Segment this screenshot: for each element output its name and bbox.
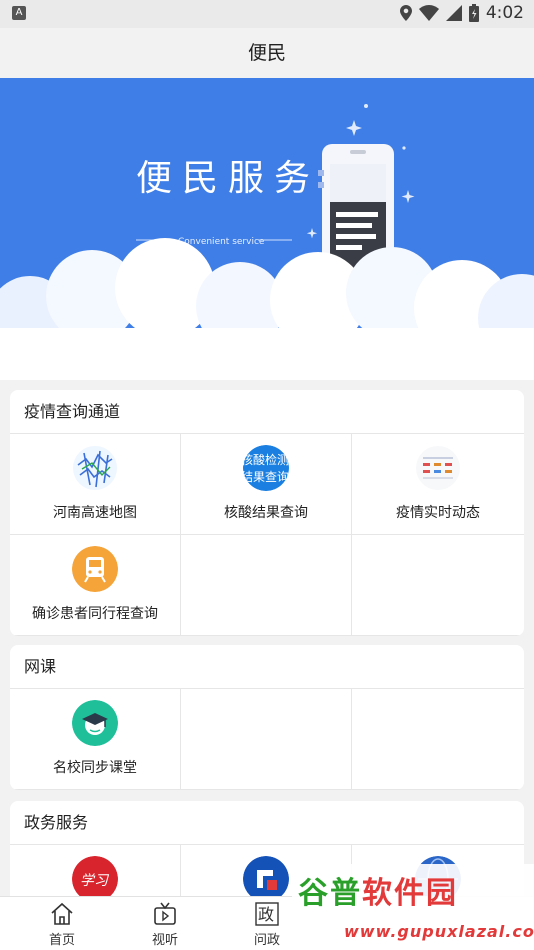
svg-text:核酸检测: 核酸检测 — [243, 452, 289, 467]
tab-label: 视听 — [151, 933, 178, 948]
clock: 4:02 — [485, 3, 524, 23]
section-online-class: 网课 名校同步课堂 — [10, 645, 524, 790]
grid-empty-cell — [181, 689, 352, 790]
section-title: 网课 — [10, 645, 524, 689]
svg-text:结果查询: 结果查询 — [243, 470, 289, 484]
page-header: 便民 — [0, 28, 534, 78]
highway-map-icon — [73, 446, 117, 490]
blue-logo-icon — [243, 856, 289, 896]
location-icon — [399, 5, 412, 21]
home-icon — [51, 902, 73, 925]
grid-item-label: 名校同步课堂 — [53, 760, 137, 776]
tv-icon — [154, 902, 176, 925]
grid-empty-cell — [181, 535, 352, 636]
status-bar: A 4:02 — [0, 0, 534, 28]
train-icon — [72, 546, 118, 592]
red-logo-icon: 学习 — [72, 856, 118, 896]
graduation-cap-icon — [72, 700, 118, 746]
watermark-logo-text: 谷普软件园 — [298, 876, 458, 911]
epidemic-dashboard-icon — [416, 446, 460, 490]
tab-home[interactable]: 首页 — [17, 901, 107, 948]
wifi-icon — [418, 5, 439, 21]
grid-item-highway-map[interactable]: 河南高速地图 — [10, 434, 181, 535]
tab-audio-video[interactable]: 视听 — [120, 901, 210, 948]
tab-label: 首页 — [48, 933, 75, 948]
grid-item-nucleic-test[interactable]: 核酸检测 结果查询 核酸结果查询 — [181, 434, 352, 535]
grid-item-gov-service-1[interactable]: 学习 — [10, 845, 181, 896]
grid-item-label: 疫情实时动态 — [396, 505, 480, 521]
zheng-icon: 政 — [255, 902, 279, 926]
svg-text:学习: 学习 — [80, 873, 110, 889]
grid-empty-cell — [352, 535, 524, 636]
signal-icon — [445, 5, 462, 21]
app-notification-icon: A — [12, 6, 26, 20]
watermark-url: www.gupuxlazal.com — [344, 922, 534, 941]
section-title: 政务服务 — [10, 801, 524, 845]
grid-item-label: 确诊患者同行程查询 — [32, 606, 158, 622]
grid-empty-cell — [352, 689, 524, 790]
banner-title: 便民服务 — [136, 158, 320, 199]
section-epidemic-query: 疫情查询通道 河南高速地图 核酸检测 结果查询 核酸结果查询 疫情实时动态 确诊… — [10, 390, 524, 636]
banner[interactable]: 便民服务 Convenient service — [0, 78, 534, 380]
page-title: 便民 — [247, 42, 286, 64]
nucleic-test-icon: 核酸检测 结果查询 — [243, 445, 289, 491]
svg-text:政: 政 — [258, 905, 274, 924]
grid-item-epidemic-dynamics[interactable]: 疫情实时动态 — [352, 434, 524, 535]
battery-icon — [468, 4, 479, 22]
grid-item-famous-school-class[interactable]: 名校同步课堂 — [10, 689, 181, 790]
grid-item-patient-trip-query[interactable]: 确诊患者同行程查询 — [10, 535, 181, 636]
status-icons: 4:02 — [399, 3, 524, 23]
grid-item-label: 河南高速地图 — [53, 505, 137, 521]
section-title: 疫情查询通道 — [10, 390, 524, 434]
watermark: 谷普软件园 www.gupuxlazal.com — [292, 864, 534, 950]
grid-item-label: 核酸结果查询 — [224, 505, 308, 521]
